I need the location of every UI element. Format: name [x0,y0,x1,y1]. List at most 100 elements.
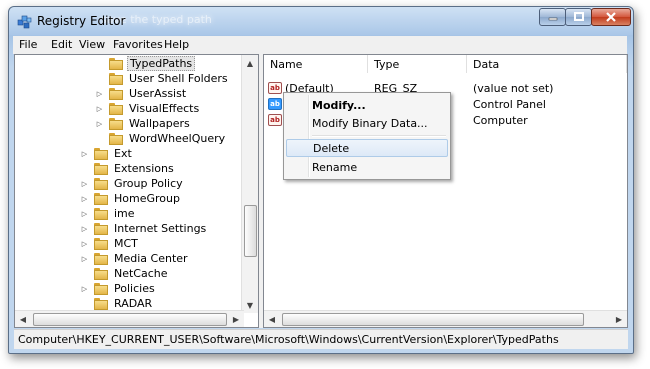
folder-icon [109,87,123,100]
column-header-name[interactable]: Name [264,55,368,73]
folder-icon [109,72,123,85]
tree-item-visualeffects[interactable]: ▷ VisualEffects [95,101,201,116]
menu-favorites[interactable]: Favorites [113,38,163,51]
tree-item-user-shell-folders[interactable]: User Shell Folders [95,71,230,86]
tree-item-label: NetCache [114,267,168,280]
scroll-left-icon[interactable]: ◀ [15,311,31,327]
tree-vertical-scrollbar[interactable]: ▲ ▼ [241,55,258,313]
expand-arrow-icon[interactable]: ▷ [80,239,89,248]
folder-icon [94,207,108,220]
scroll-down-icon[interactable]: ▼ [242,297,258,313]
maximize-button[interactable] [565,8,592,26]
expand-arrow-icon[interactable]: ▷ [95,104,104,113]
folder-icon [109,132,123,145]
scroll-right-icon[interactable]: ▶ [228,311,244,327]
tree-item-label: Media Center [114,252,188,265]
tree-item-netcache[interactable]: NetCache [80,266,170,281]
tree-item-label: RADAR [114,297,153,310]
scroll-left-icon[interactable]: ◀ [264,311,280,327]
folder-icon [109,117,123,130]
expand-arrow-icon[interactable]: ▷ [80,224,89,233]
current-key-path: Computer\HKEY_CURRENT_USER\Software\Micr… [18,333,559,346]
tree-item-label: VisualEffects [129,102,200,115]
context-menu: Modify... Modify Binary Data... Delete R… [283,92,451,180]
scroll-right-icon[interactable]: ▶ [611,311,627,327]
tree-item-label: Policies [114,282,155,295]
scroll-up-icon[interactable]: ▲ [242,55,258,71]
menu-help[interactable]: Help [164,38,189,51]
tree-item-label: Wallpapers [129,117,190,130]
key-tree-pane[interactable]: TypedPaths User Shell Folders ▷ UserAssi… [14,54,259,328]
tree-item-group-policy[interactable]: ▷ Group Policy [80,176,185,191]
expand-arrow-icon[interactable]: ▷ [95,119,104,128]
status-bar: Computer\HKEY_CURRENT_USER\Software\Micr… [14,329,628,349]
registry-editor-window: save the typed path Registry Editor File… [8,6,634,354]
menu-edit[interactable]: Edit [51,38,72,51]
folder-icon [94,222,108,235]
tree-item-label: Extensions [114,162,174,175]
tree-item-label: ime [114,207,135,220]
menu-item-rename[interactable]: Rename [286,158,448,176]
tree-item-label: User Shell Folders [129,72,228,85]
minimize-icon [548,17,557,21]
menu-bar: File Edit View Favorites Help [13,36,627,54]
window-title: Registry Editor [37,14,126,28]
tree-item-label: TypedPaths [127,56,196,71]
expand-arrow-icon[interactable]: ▷ [80,209,89,218]
tree-item-radar[interactable]: RADAR [80,296,154,311]
tree-item-extensions[interactable]: Extensions [80,161,176,176]
tree-item-label: HomeGroup [114,192,180,205]
tree-item-label: Internet Settings [114,222,207,235]
column-header-type[interactable]: Type [368,55,467,73]
menu-file[interactable]: File [19,38,37,51]
tree-scroll-thumb[interactable] [244,205,257,257]
tree-item-internet-settings[interactable]: ▷ Internet Settings [80,221,208,236]
tree-item-wordwheelquery[interactable]: WordWheelQuery [95,131,227,146]
string-value-icon: ab [268,114,282,126]
folder-icon [109,57,123,70]
tree-item-media-center[interactable]: ▷ Media Center [80,251,190,266]
tree-item-label: WordWheelQuery [129,132,226,145]
folder-icon [94,252,108,265]
menu-view[interactable]: View [79,38,105,51]
tree-item-ext[interactable]: ▷ Ext [80,146,134,161]
close-button[interactable] [591,8,631,26]
title-bar[interactable]: save the typed path Registry Editor [9,7,633,35]
expand-arrow-icon[interactable]: ▷ [80,194,89,203]
expand-arrow-icon[interactable]: ▷ [80,179,89,188]
menu-item-delete[interactable]: Delete [286,139,448,157]
menu-item-modify-binary[interactable]: Modify Binary Data... [286,114,448,132]
tree-item-ime[interactable]: ▷ ime [80,206,137,221]
expand-arrow-icon[interactable]: ▷ [80,149,89,158]
value-data: Control Panel [473,98,546,111]
expand-arrow-icon[interactable]: ▷ [80,254,89,263]
expand-arrow-icon[interactable]: ▷ [80,284,89,293]
tree-horizontal-scrollbar[interactable]: ◀ ▶ [15,310,244,327]
tree-hscroll-thumb[interactable] [33,313,227,326]
maximize-icon [573,12,584,21]
tree-item-wallpapers[interactable]: ▷ Wallpapers [95,116,192,131]
value-data: Computer [473,114,528,127]
tree-item-homegroup[interactable]: ▷ HomeGroup [80,191,182,206]
menu-item-modify[interactable]: Modify... [286,96,448,114]
folder-icon [109,102,123,115]
folder-icon [94,267,108,280]
expand-arrow-icon[interactable]: ▷ [95,89,104,98]
tree-item-policies[interactable]: ▷ Policies [80,281,157,296]
value-data: (value not set) [473,82,554,95]
column-header-data[interactable]: Data [467,55,627,73]
list-horizontal-scrollbar[interactable]: ◀ ▶ [264,310,627,327]
tree-item-label: UserAssist [129,87,187,100]
tree-item-userassist[interactable]: ▷ UserAssist [95,86,188,101]
minimize-button[interactable] [539,8,566,26]
folder-icon [94,282,108,295]
tree-item-label: Group Policy [114,177,183,190]
folder-icon [94,297,108,310]
folder-icon [94,147,108,160]
string-value-icon: ab [268,82,282,94]
tree-item-label: MCT [114,237,138,250]
folder-icon [94,177,108,190]
tree-item-typedpaths[interactable]: TypedPaths [95,56,196,71]
tree-item-mct[interactable]: ▷ MCT [80,236,140,251]
list-hscroll-thumb[interactable] [282,313,584,326]
